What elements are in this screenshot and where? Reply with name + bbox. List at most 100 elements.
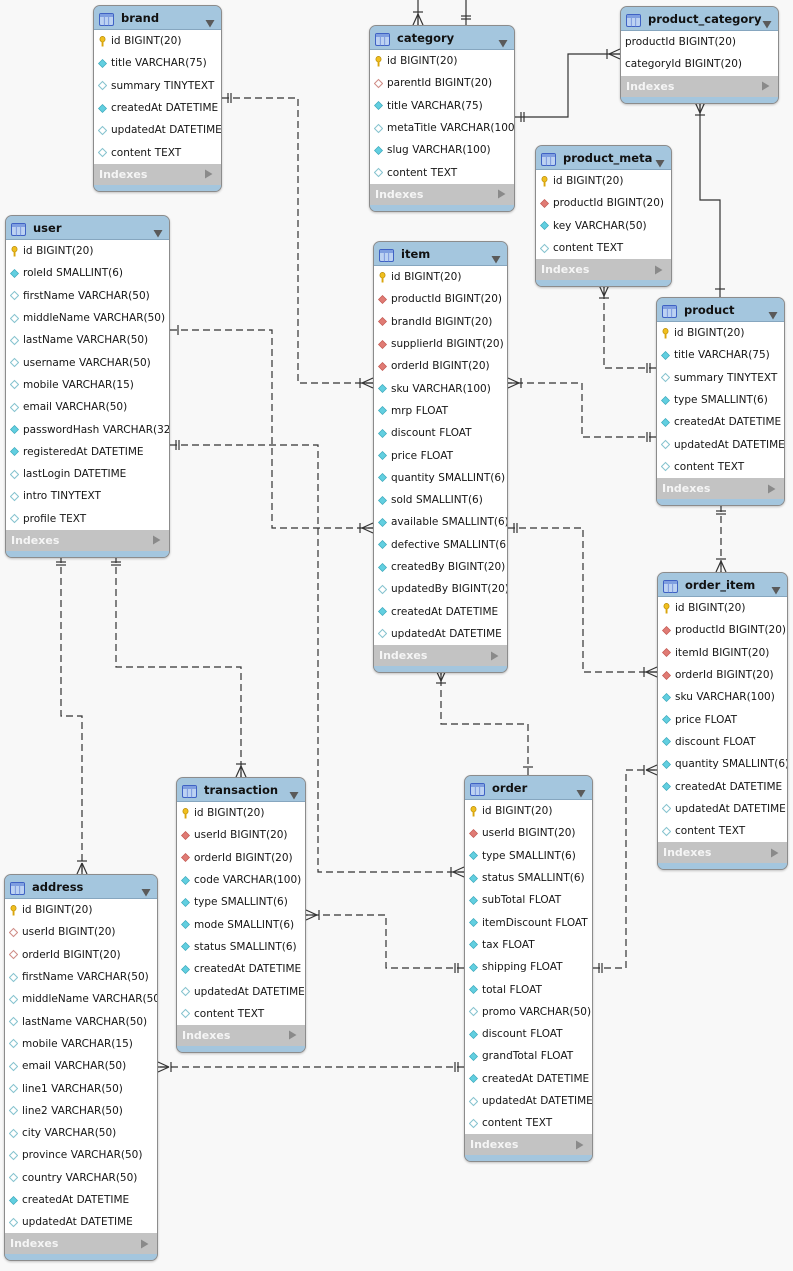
table-header[interactable]: item: [374, 242, 507, 266]
column-row[interactable]: sold SMALLINT(6): [374, 489, 507, 511]
column-row[interactable]: productId BIGINT(20): [536, 192, 671, 214]
column-row[interactable]: registeredAt DATETIME: [6, 441, 169, 463]
column-row[interactable]: email VARCHAR(50): [5, 1055, 157, 1077]
column-row[interactable]: id BIGINT(20): [177, 802, 305, 824]
table-item[interactable]: item id BIGINT(20) productId BIGINT(20) brand…: [373, 241, 508, 674]
expand-arrow-icon[interactable]: [767, 484, 776, 494]
column-row[interactable]: discount FLOAT: [658, 731, 787, 753]
column-row[interactable]: status SMALLINT(6): [465, 867, 592, 889]
column-row[interactable]: userId BIGINT(20): [177, 824, 305, 846]
table-category[interactable]: category id BIGINT(20) parentId BIGINT(20) ti…: [369, 25, 515, 212]
column-row[interactable]: firstName VARCHAR(50): [6, 285, 169, 307]
column-row[interactable]: id BIGINT(20): [5, 899, 157, 921]
column-row[interactable]: id BIGINT(20): [658, 597, 787, 619]
column-row[interactable]: orderId BIGINT(20): [177, 847, 305, 869]
column-row[interactable]: metaTitle VARCHAR(100): [370, 117, 514, 139]
expand-arrow-icon[interactable]: [575, 1140, 584, 1150]
column-row[interactable]: lastLogin DATETIME: [6, 463, 169, 485]
column-row[interactable]: province VARCHAR(50): [5, 1144, 157, 1166]
table-header[interactable]: brand: [94, 6, 221, 30]
column-row[interactable]: code VARCHAR(100): [177, 869, 305, 891]
column-row[interactable]: orderId BIGINT(20): [374, 355, 507, 377]
indexes-section[interactable]: Indexes: [94, 163, 221, 185]
column-row[interactable]: line1 VARCHAR(50): [5, 1077, 157, 1099]
column-row[interactable]: status SMALLINT(6): [177, 936, 305, 958]
column-row[interactable]: title VARCHAR(75): [657, 344, 784, 366]
column-row[interactable]: content TEXT: [94, 141, 221, 163]
column-row[interactable]: discount FLOAT: [374, 422, 507, 444]
column-row[interactable]: productId BIGINT(20): [374, 288, 507, 310]
column-row[interactable]: content TEXT: [370, 161, 514, 183]
column-row[interactable]: id BIGINT(20): [6, 240, 169, 262]
expand-arrow-icon[interactable]: [761, 81, 770, 91]
column-row[interactable]: roleId SMALLINT(6): [6, 262, 169, 284]
column-row[interactable]: itemId BIGINT(20): [658, 642, 787, 664]
table-header[interactable]: order_item: [658, 573, 787, 597]
collapse-toggle-icon[interactable]: [498, 33, 508, 48]
table-header[interactable]: user: [6, 216, 169, 240]
column-row[interactable]: intro TINYTEXT: [6, 485, 169, 507]
column-row[interactable]: title VARCHAR(75): [370, 95, 514, 117]
column-row[interactable]: tax FLOAT: [465, 934, 592, 956]
column-row[interactable]: id BIGINT(20): [657, 322, 784, 344]
column-row[interactable]: orderId BIGINT(20): [658, 664, 787, 686]
expand-arrow-icon[interactable]: [770, 848, 779, 858]
column-row[interactable]: firstName VARCHAR(50): [5, 966, 157, 988]
column-row[interactable]: country VARCHAR(50): [5, 1167, 157, 1189]
column-row[interactable]: createdAt DATETIME: [465, 1068, 592, 1090]
column-row[interactable]: middleName VARCHAR(50): [5, 988, 157, 1010]
column-row[interactable]: createdAt DATETIME: [94, 97, 221, 119]
column-row[interactable]: subTotal FLOAT: [465, 889, 592, 911]
collapse-toggle-icon[interactable]: [576, 783, 586, 798]
column-row[interactable]: title VARCHAR(75): [94, 52, 221, 74]
indexes-section[interactable]: Indexes: [621, 75, 778, 97]
indexes-section[interactable]: Indexes: [536, 259, 671, 281]
expand-arrow-icon[interactable]: [654, 265, 663, 275]
column-row[interactable]: updatedAt DATETIME: [94, 119, 221, 141]
column-row[interactable]: id BIGINT(20): [374, 266, 507, 288]
expand-arrow-icon[interactable]: [288, 1030, 297, 1040]
column-row[interactable]: id BIGINT(20): [465, 800, 592, 822]
table-header[interactable]: address: [5, 875, 157, 899]
table-order[interactable]: order id BIGINT(20) userId BIGINT(20) type SMA…: [464, 775, 593, 1163]
column-row[interactable]: middleName VARCHAR(50): [6, 307, 169, 329]
column-row[interactable]: createdAt DATETIME: [374, 600, 507, 622]
indexes-section[interactable]: Indexes: [6, 529, 169, 551]
table-user[interactable]: user id BIGINT(20) roleId SMALLINT(6) firstNa…: [5, 215, 170, 558]
column-row[interactable]: city VARCHAR(50): [5, 1122, 157, 1144]
column-row[interactable]: defective SMALLINT(6): [374, 534, 507, 556]
column-row[interactable]: createdAt DATETIME: [177, 958, 305, 980]
collapse-toggle-icon[interactable]: [771, 580, 781, 595]
column-row[interactable]: promo VARCHAR(50): [465, 1001, 592, 1023]
column-row[interactable]: slug VARCHAR(100): [370, 139, 514, 161]
collapse-toggle-icon[interactable]: [141, 882, 151, 897]
table-product-meta[interactable]: product_meta id BIGINT(20) productId BIGINT(…: [535, 145, 672, 288]
table-address[interactable]: address id BIGINT(20) userId BIGINT(20) order…: [4, 874, 158, 1262]
indexes-section[interactable]: Indexes: [658, 842, 787, 864]
column-row[interactable]: username VARCHAR(50): [6, 351, 169, 373]
expand-arrow-icon[interactable]: [152, 535, 161, 545]
column-row[interactable]: createdBy BIGINT(20): [374, 556, 507, 578]
column-row[interactable]: lastName VARCHAR(50): [5, 1010, 157, 1032]
column-row[interactable]: supplierId BIGINT(20): [374, 333, 507, 355]
column-row[interactable]: lastName VARCHAR(50): [6, 329, 169, 351]
column-row[interactable]: sku VARCHAR(100): [374, 377, 507, 399]
collapse-toggle-icon[interactable]: [491, 249, 501, 264]
column-row[interactable]: email VARCHAR(50): [6, 396, 169, 418]
table-header[interactable]: product_category: [621, 7, 778, 31]
collapse-toggle-icon[interactable]: [205, 13, 215, 28]
column-row[interactable]: total FLOAT: [465, 978, 592, 1000]
collapse-toggle-icon[interactable]: [768, 305, 778, 320]
table-header[interactable]: product_meta: [536, 146, 671, 170]
column-row[interactable]: updatedAt DATETIME: [465, 1090, 592, 1112]
column-row[interactable]: summary TINYTEXT: [94, 75, 221, 97]
table-header[interactable]: transaction: [177, 778, 305, 802]
column-row[interactable]: brandId BIGINT(20): [374, 311, 507, 333]
collapse-toggle-icon[interactable]: [289, 785, 299, 800]
column-row[interactable]: mobile VARCHAR(15): [5, 1033, 157, 1055]
expand-arrow-icon[interactable]: [490, 651, 499, 661]
expand-arrow-icon[interactable]: [140, 1239, 149, 1249]
table-header[interactable]: product: [657, 298, 784, 322]
column-row[interactable]: quantity SMALLINT(6): [658, 753, 787, 775]
column-row[interactable]: orderId BIGINT(20): [5, 944, 157, 966]
